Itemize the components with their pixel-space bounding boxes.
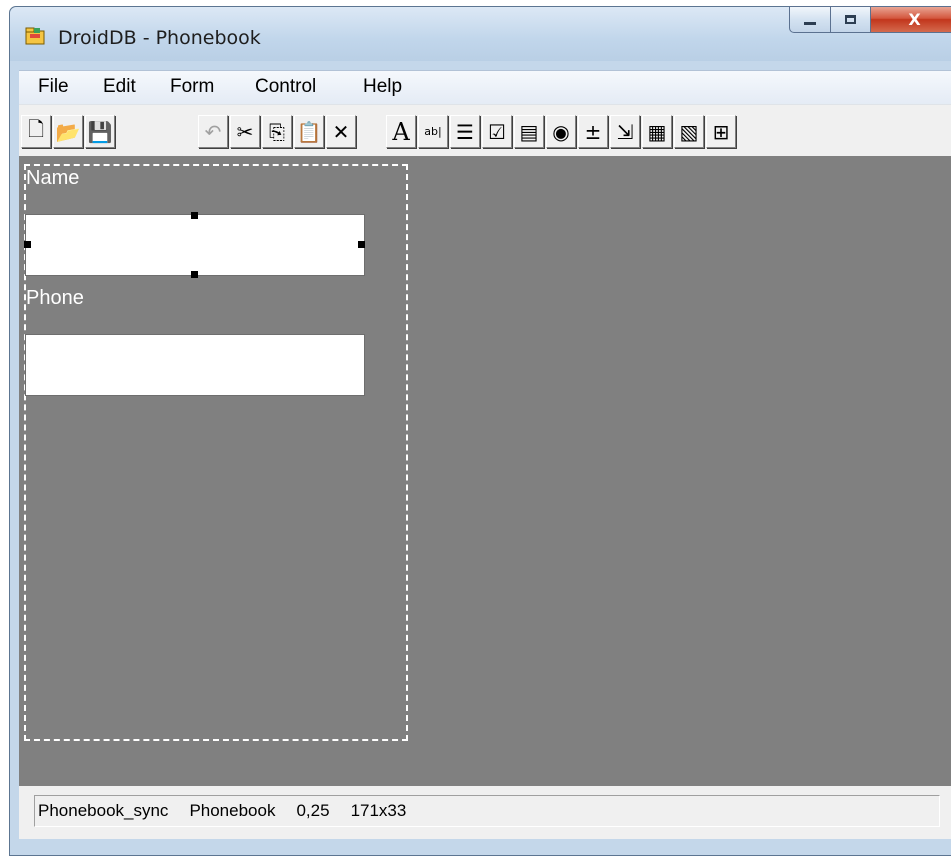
cut-icon[interactable]: ✂ <box>230 115 260 148</box>
toolbar: 🗋 📂 💾 ↶ ✂ ⎘ 📋 ✕ A ab| ☰ ☑ ▤ ◉ ± ⇲ ▦ ▧ ⊞ <box>19 104 951 157</box>
menu-file[interactable]: File <box>38 76 69 98</box>
menu-form[interactable]: Form <box>170 76 214 98</box>
delete-icon[interactable]: ✕ <box>326 115 356 148</box>
status-size: 171x33 <box>350 801 407 820</box>
resize-handle-right[interactable] <box>358 241 365 248</box>
status-bar: Phonebook_sync Phonebook 0,25 171x33 <box>19 786 951 839</box>
listbox-tool-icon[interactable]: ▤ <box>514 115 544 148</box>
name-label[interactable]: Name <box>26 167 79 190</box>
phone-label[interactable]: Phone <box>26 287 84 310</box>
menu-edit[interactable]: Edit <box>103 76 136 98</box>
table-tool-icon[interactable]: ⊞ <box>706 115 736 148</box>
undo-icon[interactable]: ↶ <box>198 115 228 148</box>
phone-field[interactable] <box>25 334 365 396</box>
multiline-tool-icon[interactable]: ☰ <box>450 115 480 148</box>
menu-control[interactable]: Control <box>255 76 316 98</box>
resize-handle-bottom[interactable] <box>191 271 198 278</box>
label-tool-icon[interactable]: A <box>386 115 416 148</box>
grid-tool-icon[interactable]: ▦ <box>642 115 672 148</box>
title-bar[interactable]: DroidDB - Phonebook X <box>10 6 951 61</box>
copy-icon[interactable]: ⎘ <box>262 115 292 148</box>
maximize-button[interactable] <box>831 6 871 33</box>
maximize-icon <box>845 15 856 24</box>
caption-buttons: X <box>789 6 951 34</box>
radio-tool-icon[interactable]: ◉ <box>546 115 576 148</box>
status-panel: Phonebook_sync Phonebook 0,25 171x33 <box>34 795 940 827</box>
window-title: DroidDB - Phonebook <box>58 27 261 49</box>
close-button[interactable]: X <box>871 6 951 33</box>
resize-handle-left[interactable] <box>24 241 31 248</box>
status-sync: Phonebook_sync <box>38 801 169 820</box>
tree-tool-icon[interactable]: ▧ <box>674 115 704 148</box>
checkbox-tool-icon[interactable]: ☑ <box>482 115 512 148</box>
paste-icon[interactable]: 📋 <box>294 115 324 148</box>
spinner-tool-icon[interactable]: ± <box>578 115 608 148</box>
save-icon[interactable]: 💾 <box>85 115 115 148</box>
menu-help[interactable]: Help <box>363 76 402 98</box>
new-document-icon[interactable]: 🗋 <box>21 115 51 148</box>
status-position: 0,25 <box>296 801 330 820</box>
combobox-tool-icon[interactable]: ⇲ <box>610 115 640 148</box>
minimize-button[interactable] <box>789 6 831 33</box>
menu-bar: File Edit Form Control Help <box>19 70 951 105</box>
resize-handle-top[interactable] <box>191 212 198 219</box>
minimize-icon <box>804 22 816 25</box>
app-icon <box>25 27 45 45</box>
close-icon: X <box>908 10 921 29</box>
form-designer-canvas[interactable]: Name Phone <box>19 156 951 786</box>
open-folder-icon[interactable]: 📂 <box>53 115 83 148</box>
name-field[interactable] <box>25 214 365 276</box>
textbox-tool-icon[interactable]: ab| <box>418 115 448 148</box>
status-table: Phonebook <box>189 801 276 820</box>
